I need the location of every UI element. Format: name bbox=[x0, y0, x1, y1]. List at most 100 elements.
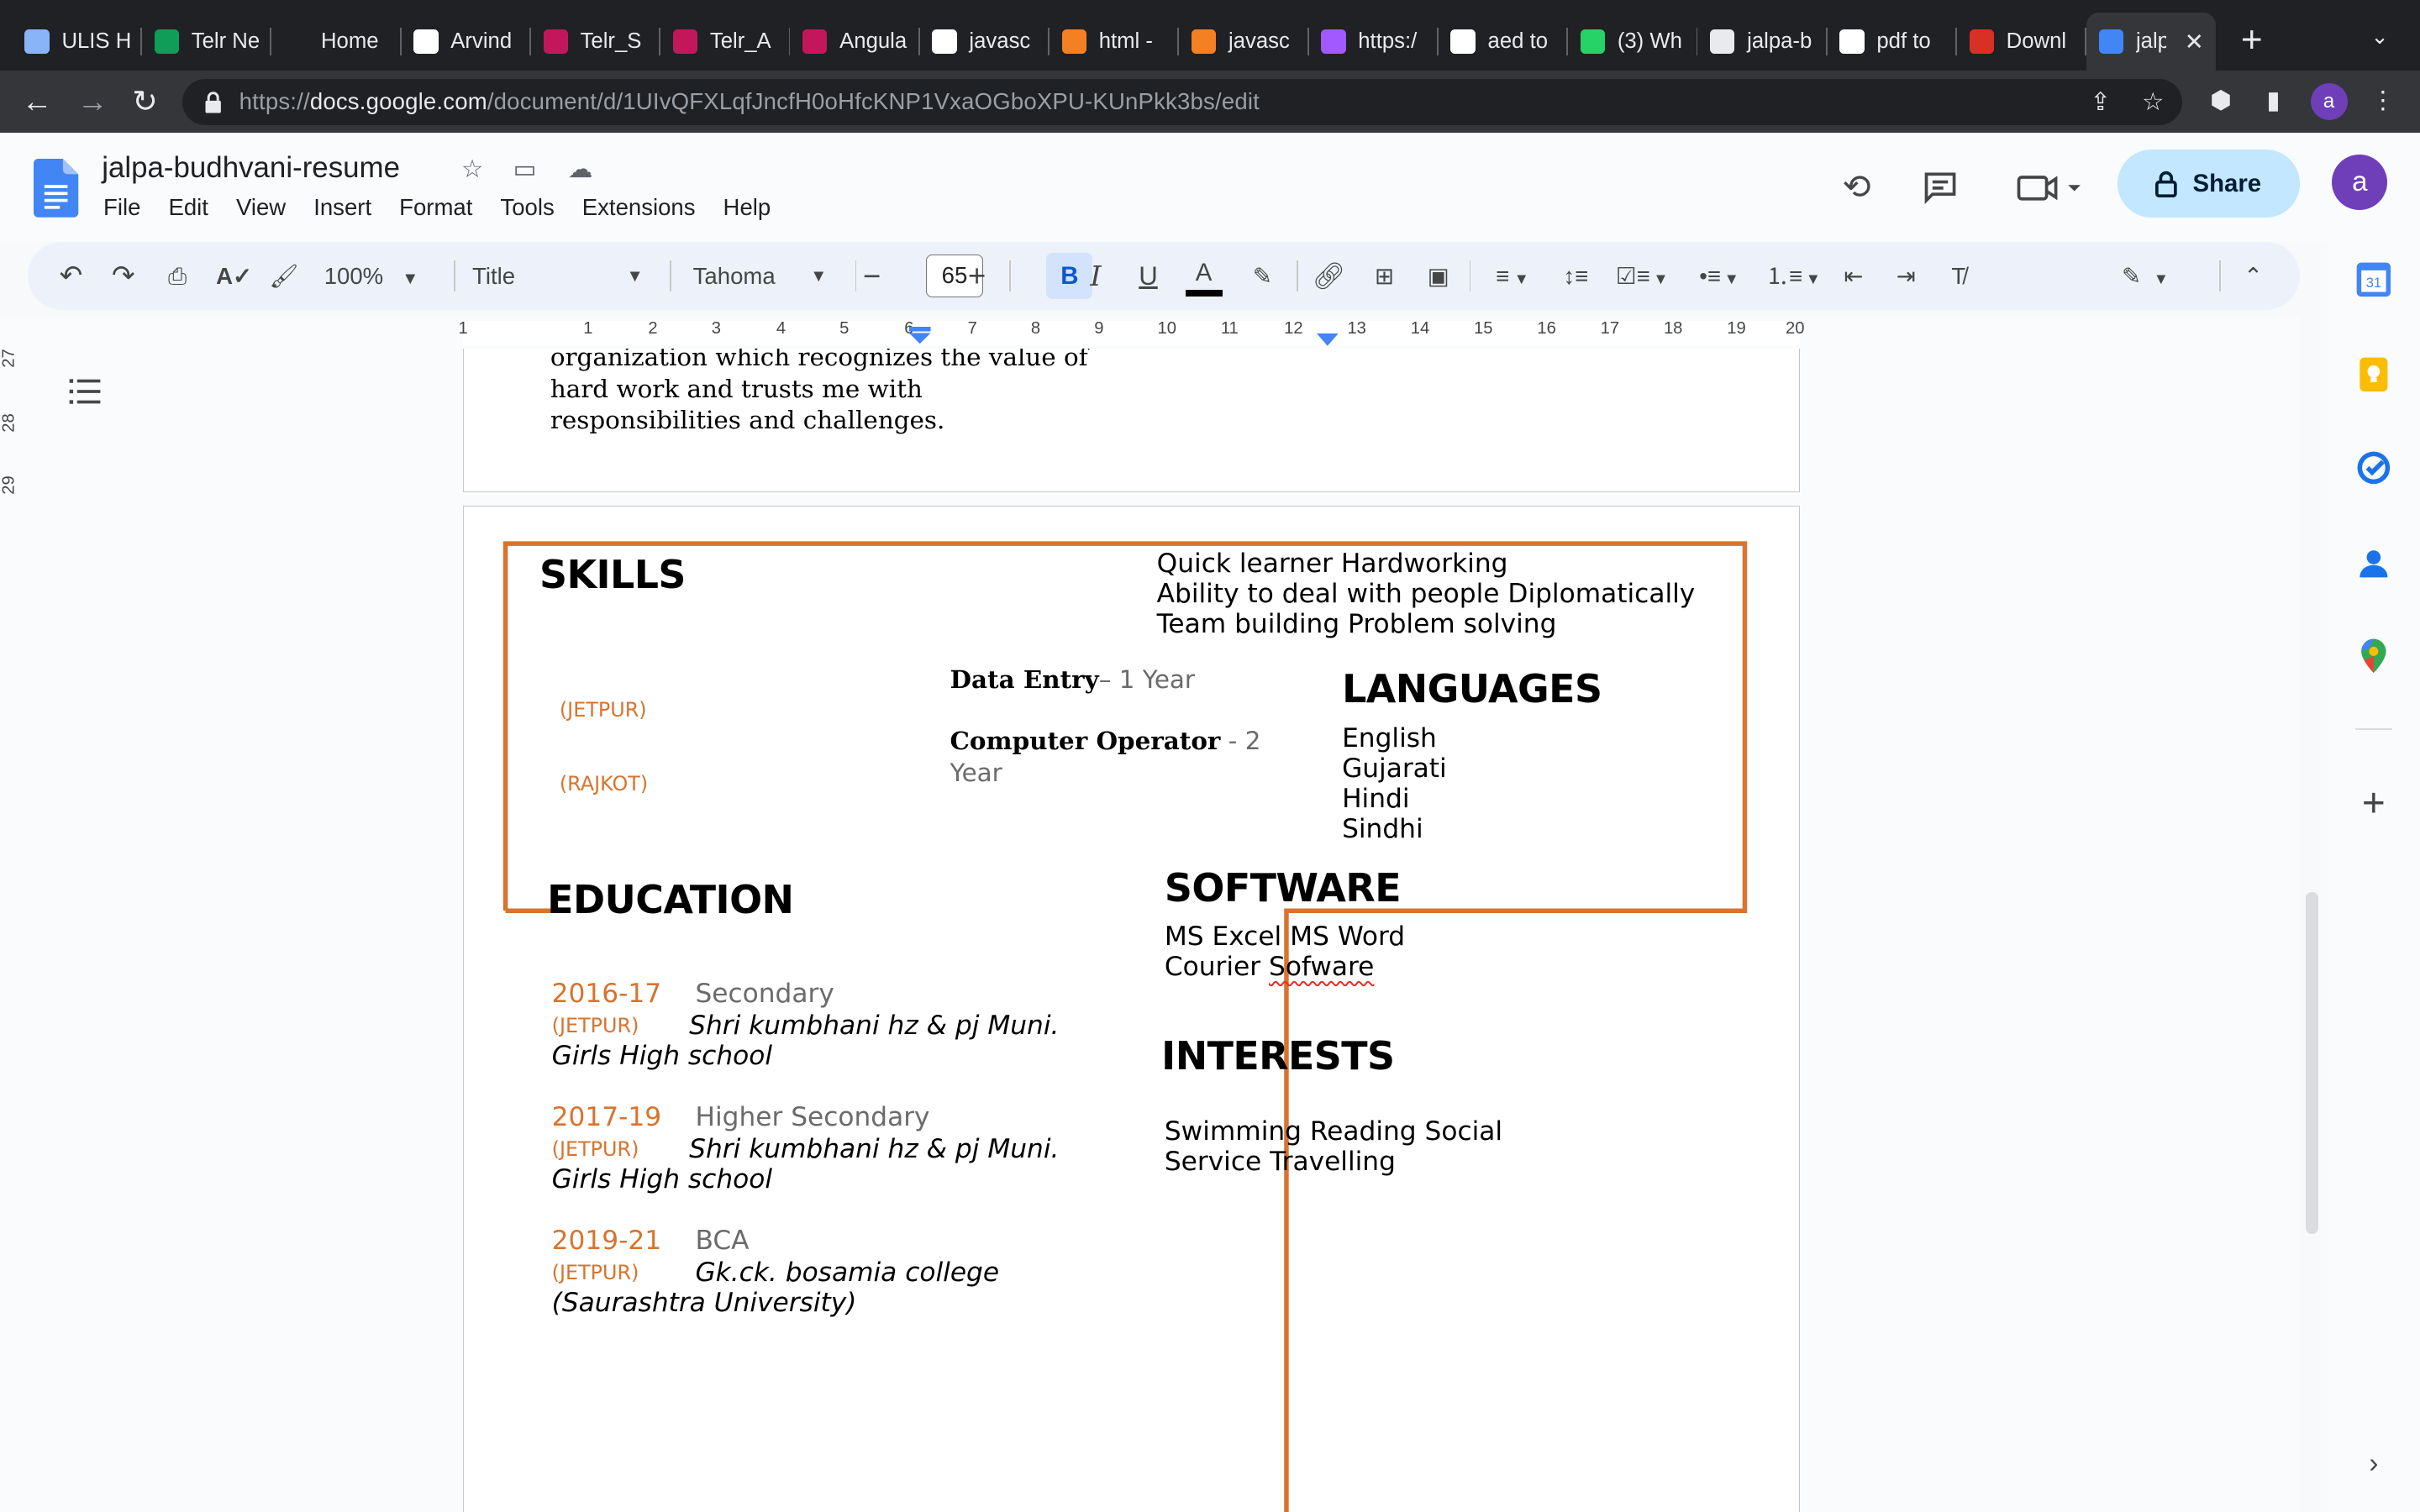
spellcheck-icon[interactable]: A✓ bbox=[216, 258, 252, 295]
calendar-icon[interactable]: 31 bbox=[2354, 260, 2394, 300]
undo-icon[interactable]: ↶ bbox=[55, 258, 87, 295]
menu-view[interactable]: View bbox=[222, 194, 299, 221]
document-canvas[interactable]: organization which recognizes the value … bbox=[28, 349, 2300, 1512]
browser-tab[interactable]: jalp ✕ bbox=[2086, 12, 2217, 71]
bulleted-list-icon[interactable]: •≡ ▼ bbox=[1688, 258, 1749, 295]
new-tab-button[interactable]: + bbox=[2233, 21, 2270, 59]
text-color-button[interactable]: A bbox=[1185, 258, 1223, 297]
browser-tab[interactable]: ULIS H bbox=[13, 13, 142, 71]
numbered-list-icon[interactable]: ⒈≡ ▼ bbox=[1762, 258, 1823, 295]
comments-icon[interactable] bbox=[1914, 160, 1966, 213]
browser-tab[interactable]: jalpa-b bbox=[1697, 13, 1828, 71]
software-heading: SOFTWARE bbox=[1164, 864, 1402, 911]
browser-tab[interactable]: https:/ bbox=[1309, 13, 1439, 71]
extensions-icon[interactable]: ⬢ bbox=[2207, 87, 2234, 114]
vertical-ruler[interactable]: 27 28 29 bbox=[0, 349, 29, 1512]
increase-indent-icon[interactable]: ⇥ bbox=[1889, 258, 1923, 295]
menu-format[interactable]: Format bbox=[386, 194, 487, 221]
menu-help[interactable]: Help bbox=[709, 194, 785, 221]
keep-icon[interactable] bbox=[2354, 354, 2394, 395]
line-spacing-icon[interactable]: ↕≡ bbox=[1559, 258, 1592, 295]
print-icon[interactable]: ⎙ bbox=[162, 258, 193, 295]
add-comment-icon[interactable]: ⊞ bbox=[1367, 258, 1401, 295]
side-panel-icon[interactable]: ▮ bbox=[2260, 87, 2287, 114]
document-scrollbar[interactable] bbox=[2306, 891, 2318, 1235]
browser-tab[interactable]: pdf to bbox=[1828, 13, 1957, 71]
star-icon[interactable]: ☆ bbox=[457, 155, 488, 186]
browser-tab[interactable]: aed to bbox=[1439, 13, 1569, 71]
italic-button[interactable]: I bbox=[1083, 258, 1107, 295]
paragraph-style-select[interactable]: Title ▼ bbox=[472, 258, 657, 295]
misspelled-word[interactable]: Sofware bbox=[1269, 952, 1374, 982]
browser-tab-label: pdf to bbox=[1876, 29, 1931, 54]
browser-tab-label: (3) Wh bbox=[1617, 29, 1682, 54]
browser-tab[interactable]: Downl bbox=[1957, 13, 2087, 71]
forward-icon[interactable]: → bbox=[74, 83, 111, 120]
close-tab-icon[interactable]: ✕ bbox=[2185, 29, 2204, 55]
browser-tab[interactable]: Arvind bbox=[402, 13, 531, 71]
decrease-font-size-button[interactable]: − bbox=[861, 258, 883, 295]
browser-tab[interactable]: javasc bbox=[1179, 13, 1309, 71]
browser-menu-icon[interactable]: ⋮ bbox=[2369, 87, 2396, 114]
right-indent-marker-icon[interactable] bbox=[1316, 333, 1339, 348]
ruler-tick-label: 20 bbox=[1786, 319, 1805, 339]
document-outline-icon[interactable] bbox=[66, 373, 103, 410]
menu-tools[interactable]: Tools bbox=[487, 194, 568, 221]
menu-insert[interactable]: Insert bbox=[300, 194, 386, 221]
ruler-tick-label: 18 bbox=[1663, 319, 1683, 339]
browser-tab[interactable]: Telr_A bbox=[660, 13, 791, 71]
underline-button[interactable]: U bbox=[1136, 258, 1160, 295]
share-button[interactable]: Share bbox=[2117, 150, 2300, 218]
address-bar[interactable]: https://docs.google.com/document/d/1UIvQ… bbox=[182, 78, 2183, 125]
tab-search-icon[interactable]: ⌄ bbox=[2365, 24, 2396, 55]
browser-tab[interactable]: Home bbox=[271, 13, 402, 71]
checklist-icon[interactable]: ☑≡ ▼ bbox=[1612, 258, 1673, 295]
account-avatar[interactable]: a bbox=[2332, 154, 2388, 210]
url-text[interactable]: https://docs.google.com/document/d/1UIvQ… bbox=[239, 88, 1260, 115]
editing-mode-icon[interactable]: ✎ ▼ bbox=[2114, 258, 2175, 295]
menu-edit[interactable]: Edit bbox=[155, 194, 223, 221]
browser-tab-label: Telr Ne bbox=[191, 29, 260, 54]
bookmark-star-icon[interactable]: ☆ bbox=[2139, 88, 2167, 116]
browser-tab[interactable]: Telr_S bbox=[531, 13, 661, 71]
add-addon-icon[interactable]: + bbox=[2354, 784, 2394, 824]
document-page[interactable]: organization which recognizes the value … bbox=[462, 349, 1800, 492]
cloud-saved-icon[interactable]: ☁ bbox=[565, 155, 596, 186]
insert-image-icon[interactable]: ▣ bbox=[1422, 258, 1455, 295]
horizontal-ruler[interactable]: 11234567891011121314151617181920 bbox=[0, 314, 2300, 349]
contacts-icon[interactable] bbox=[2354, 543, 2394, 584]
document-page[interactable]: SKILLS Quick learner Hardworking Ability… bbox=[462, 506, 1800, 1512]
back-icon[interactable]: ← bbox=[18, 83, 55, 120]
insert-link-icon[interactable]: 🔗︎ bbox=[1312, 258, 1346, 295]
version-history-icon[interactable]: ⟲ bbox=[1830, 160, 1882, 213]
browser-tab[interactable]: (3) Wh bbox=[1568, 13, 1698, 71]
decrease-indent-icon[interactable]: ⇤ bbox=[1837, 258, 1870, 295]
move-folder-icon[interactable]: ▭ bbox=[509, 155, 540, 186]
document-title[interactable]: jalpa-budhvani-resume bbox=[102, 151, 400, 185]
browser-tab[interactable]: javasc bbox=[920, 13, 1050, 71]
reload-icon[interactable]: ↻ bbox=[127, 83, 164, 120]
hide-menus-icon[interactable]: ⌃ bbox=[2238, 258, 2269, 295]
meet-icon[interactable] bbox=[2007, 160, 2090, 213]
increase-font-size-button[interactable]: + bbox=[966, 258, 988, 295]
browser-profile-avatar[interactable]: a bbox=[2310, 83, 2348, 121]
share-page-icon[interactable]: ⇪ bbox=[2086, 88, 2114, 116]
redo-icon[interactable]: ↷ bbox=[108, 258, 139, 295]
clear-formatting-icon[interactable]: T̸ bbox=[1942, 258, 1975, 295]
paint-format-icon[interactable]: 🖌︎ bbox=[269, 258, 300, 295]
browser-tab[interactable]: Telr Ne bbox=[142, 13, 272, 71]
align-center-icon[interactable]: ≡ ▼ bbox=[1485, 258, 1540, 295]
zoom-select[interactable]: 100% ▼ bbox=[324, 258, 448, 295]
browser-tab[interactable]: Angula bbox=[790, 13, 920, 71]
font-family-select[interactable]: Tahoma ▼ bbox=[693, 258, 848, 295]
highlight-color-icon[interactable]: ✎ bbox=[1247, 258, 1278, 295]
tasks-icon[interactable] bbox=[2354, 448, 2394, 488]
docs-logo-icon[interactable] bbox=[34, 159, 79, 218]
menu-extensions[interactable]: Extensions bbox=[568, 194, 709, 221]
expand-panel-icon[interactable]: › bbox=[2354, 1444, 2394, 1484]
menu-file[interactable]: File bbox=[90, 194, 155, 221]
indent-marker-icon[interactable] bbox=[908, 327, 932, 345]
browser-tab[interactable]: html - bbox=[1050, 13, 1180, 71]
maps-icon[interactable] bbox=[2354, 636, 2394, 676]
lock-icon[interactable] bbox=[201, 90, 225, 114]
